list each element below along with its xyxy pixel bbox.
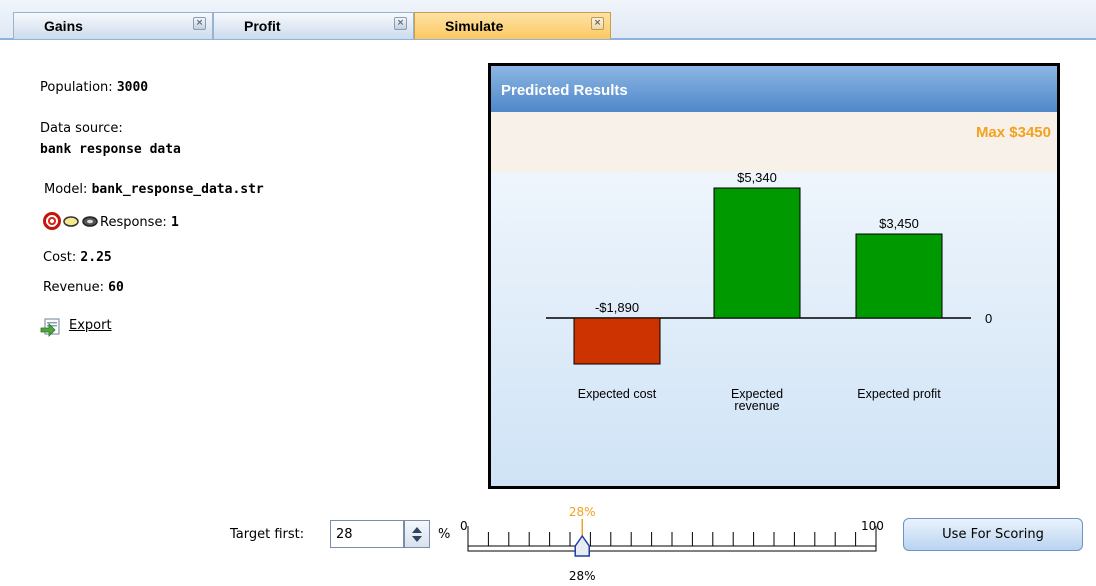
- use-for-scoring-button[interactable]: Use For Scoring: [903, 518, 1083, 551]
- slider-value-bottom-label: 28%: [569, 569, 596, 583]
- slider-value-top-label: 28%: [569, 505, 596, 519]
- bar-value-label: $3,450: [879, 216, 919, 231]
- zero-tick-label: 0: [985, 311, 992, 326]
- export-link[interactable]: Export: [69, 318, 112, 333]
- bar-expected-profit: [855, 233, 943, 319]
- tab-simulate-label: Simulate: [445, 18, 504, 34]
- data-source-label: Data source:: [40, 121, 123, 136]
- response-row: Response: 1: [100, 215, 179, 230]
- response-value: 1: [170, 215, 179, 230]
- close-icon[interactable]: ×: [394, 17, 407, 30]
- tab-simulate[interactable]: Simulate ×: [414, 12, 611, 39]
- category-label: Expected profit: [857, 387, 941, 401]
- export-icon[interactable]: [40, 317, 62, 337]
- bar-expected-revenue: [713, 187, 801, 319]
- category-label: revenue: [734, 399, 779, 413]
- data-source-value: bank response data: [40, 142, 181, 157]
- tab-bar: Gains × Profit × Simulate ×: [0, 0, 1096, 40]
- bar-expected-cost: [573, 317, 661, 365]
- close-icon[interactable]: ×: [193, 17, 206, 30]
- target-first-input[interactable]: [330, 520, 404, 548]
- bar-value-label: -$1,890: [595, 300, 639, 315]
- category-label: Expected cost: [578, 387, 657, 401]
- model-value: bank_response_data.str: [91, 182, 264, 197]
- slider-min-label: 0: [460, 519, 468, 533]
- close-icon[interactable]: ×: [591, 17, 604, 30]
- revenue-value: 60: [108, 280, 124, 295]
- spin-up-icon[interactable]: [412, 527, 422, 533]
- population-value: 3000: [116, 80, 149, 95]
- percent-unit-label: %: [438, 527, 451, 542]
- response-label: Response:: [100, 215, 167, 230]
- population-row: Population: 3000: [40, 80, 148, 95]
- bar-value-label: $5,340: [737, 170, 777, 185]
- model-row: Model: bank_response_data.str: [44, 182, 264, 197]
- slider-thumb[interactable]: [574, 534, 590, 557]
- tab-profit[interactable]: Profit ×: [213, 12, 414, 39]
- population-label: Population:: [40, 80, 113, 95]
- tab-gains-label: Gains: [44, 18, 83, 34]
- slider-max-label: 100: [861, 519, 884, 533]
- target-first-label: Target first:: [230, 527, 305, 542]
- predicted-results-panel: Predicted Results Max $3450 0 -$1,890 Expe…: [488, 63, 1060, 489]
- target-slider[interactable]: 0 100 28% 28%: [455, 500, 895, 586]
- target-spinner[interactable]: [404, 520, 430, 548]
- data-source-row: bank response data: [40, 142, 181, 157]
- cost-label: Cost:: [43, 250, 77, 265]
- tab-gains[interactable]: Gains ×: [13, 12, 213, 39]
- target-icon: [43, 212, 61, 230]
- revenue-label: Revenue:: [43, 280, 104, 295]
- results-chart: 0-$1,890Expected cost$5,340Expectedreven…: [546, 170, 992, 413]
- tab-profit-label: Profit: [244, 18, 281, 34]
- revenue-row: Revenue: 60: [43, 280, 124, 295]
- chain-link-icon: [63, 216, 98, 227]
- cost-value: 2.25: [80, 250, 112, 265]
- model-label: Model:: [44, 182, 88, 197]
- slider-track: [467, 545, 877, 552]
- spin-down-icon[interactable]: [412, 536, 422, 542]
- cost-row: Cost: 2.25: [43, 250, 112, 265]
